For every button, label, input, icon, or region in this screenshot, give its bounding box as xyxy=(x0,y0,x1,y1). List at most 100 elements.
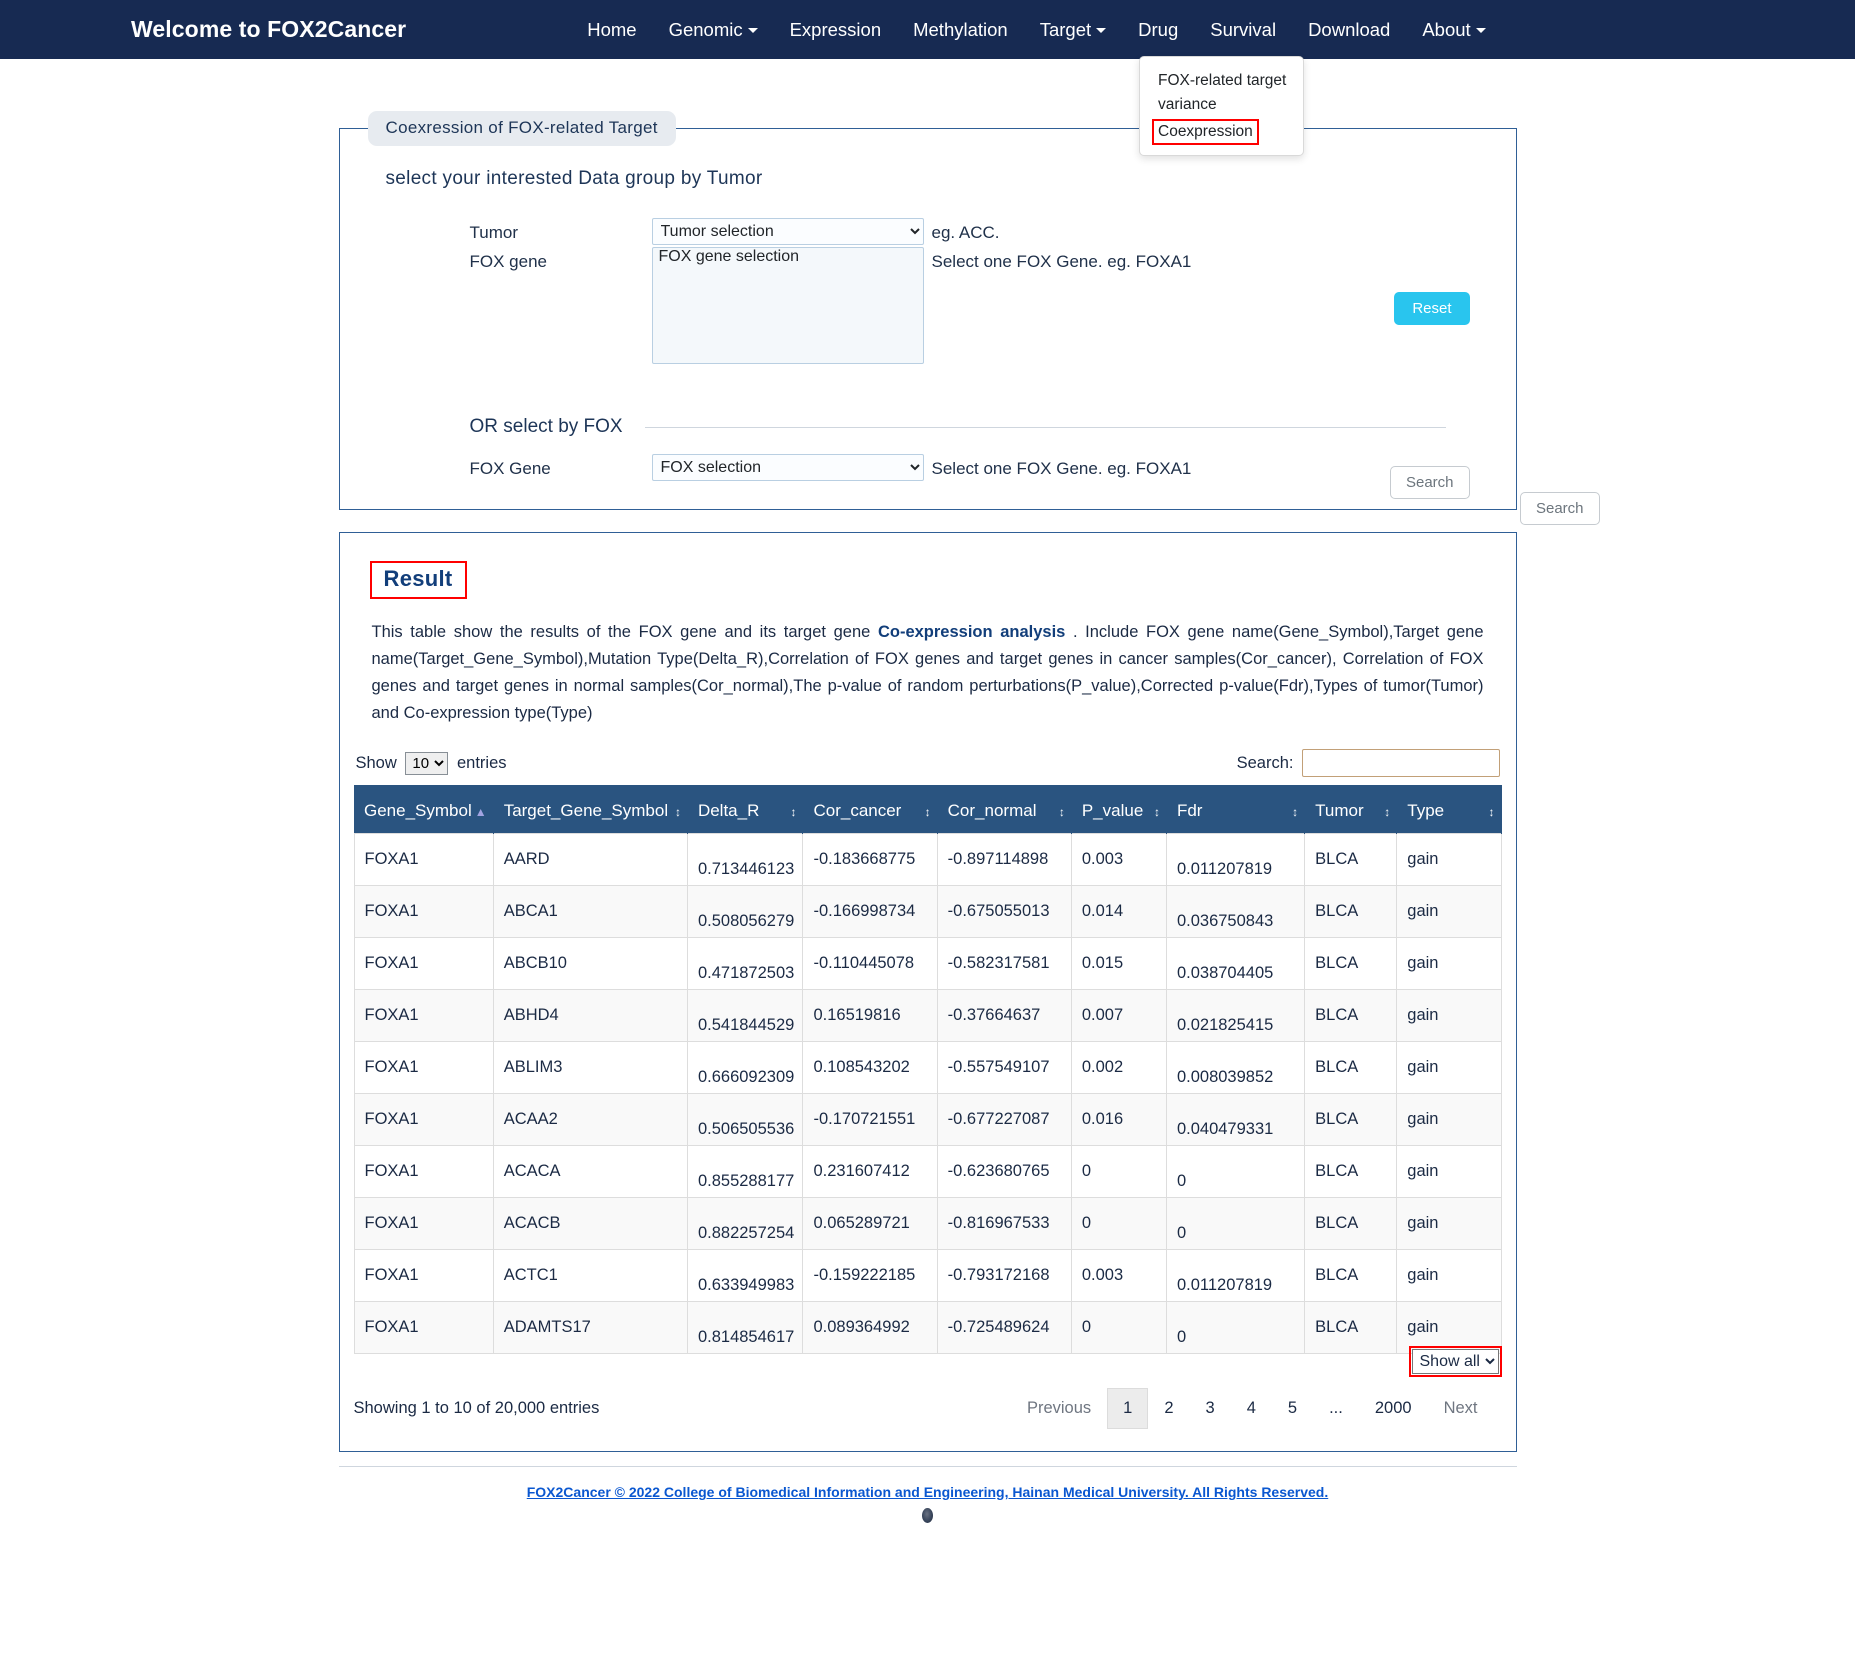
table-cell: BLCA xyxy=(1304,1093,1398,1146)
table-cell: -0.725489624 xyxy=(936,1301,1072,1354)
nav-item-about[interactable]: About xyxy=(1406,11,1501,49)
column-header-type[interactable]: Type ↕ xyxy=(1396,785,1502,834)
table-cell: BLCA xyxy=(1304,833,1398,886)
table-cell: 0.855288177 xyxy=(686,1145,804,1198)
table-row: FOXA1 ABLIM3 0.666092309 0.108543202 -0.5575… xyxy=(353,1041,1502,1094)
nav-item-expression[interactable]: Expression xyxy=(774,11,898,49)
target-dropdown-menu: FOX-related target variance Coexpression xyxy=(1139,56,1304,156)
result-description: This table show the results of the FOX g… xyxy=(372,619,1484,727)
table-cell: -0.170721551 xyxy=(802,1093,938,1146)
nav-item-drug[interactable]: Drug xyxy=(1122,11,1194,49)
chevron-down-icon xyxy=(1475,28,1486,34)
search-button-fox[interactable]: Search xyxy=(1519,492,1600,525)
dropdown-item-coexpression[interactable]: Coexpression xyxy=(1152,119,1259,145)
pagination: Previous 1 2 3 4 5 ... 2000 Next xyxy=(1011,1388,1494,1429)
table-cell: 0.007 xyxy=(1070,989,1167,1042)
table-cell: -0.37664637 xyxy=(936,989,1072,1042)
pagination-previous[interactable]: Previous xyxy=(1011,1388,1107,1429)
datatable-bottom: Show all Showing 1 to 10 of 20,000 entri… xyxy=(354,1346,1502,1429)
table-cell: -0.183668775 xyxy=(802,833,938,886)
sort-both-icon: ↕ xyxy=(1384,805,1391,819)
column-label-p-value: P_value xyxy=(1081,801,1144,820)
column-header-p-value[interactable]: P_value ↕ xyxy=(1071,785,1167,834)
column-header-delta-r[interactable]: Delta_R ↕ xyxy=(687,785,804,834)
sort-both-icon: ↕ xyxy=(1488,805,1495,819)
table-cell: 0.036750843 xyxy=(1165,885,1306,938)
footer-copyright-link[interactable]: FOX2Cancer © 2022 College of Biomedical … xyxy=(527,1484,1329,1500)
show-all-select[interactable]: Show all xyxy=(1411,1349,1499,1374)
page-length-select[interactable]: 10 xyxy=(405,751,449,775)
table-row: FOXA1 ADAMTS17 0.814854617 0.089364992 -0.72… xyxy=(353,1301,1502,1354)
column-label-type: Type xyxy=(1407,801,1445,820)
entries-label: entries xyxy=(456,753,507,772)
table-cell: -0.897114898 xyxy=(936,833,1072,886)
pagination-page-1[interactable]: 1 xyxy=(1107,1388,1149,1429)
chevron-down-icon xyxy=(747,28,758,34)
table-cell: gain xyxy=(1396,885,1502,938)
search-panel-legend: Coexression of FOX-related Target xyxy=(367,111,676,146)
fox-gene-listbox[interactable]: FOX gene selection xyxy=(651,247,924,364)
table-cell: BLCA xyxy=(1304,1041,1398,1094)
column-label-delta-r: Delta_R xyxy=(697,801,760,820)
search-label: Search: xyxy=(1236,753,1294,772)
nav-item-download[interactable]: Download xyxy=(1292,11,1406,49)
pagination-page-3[interactable]: 3 xyxy=(1190,1388,1231,1429)
results-table-body: FOXA1 AARD 0.713446123 -0.183668775 -0.89711… xyxy=(353,833,1502,1354)
nav-item-target[interactable]: Target xyxy=(1024,11,1122,49)
table-cell: 0 xyxy=(1165,1145,1306,1198)
pagination-page-4[interactable]: 4 xyxy=(1231,1388,1272,1429)
table-cell: BLCA xyxy=(1304,937,1398,990)
table-cell: 0 xyxy=(1165,1301,1306,1354)
nav-label-about: About xyxy=(1422,18,1471,40)
sort-both-icon: ↕ xyxy=(674,805,681,819)
table-cell: 0.506505536 xyxy=(686,1093,804,1146)
datatable-length-control: Show 10 entries xyxy=(356,751,507,775)
table-cell: 0.508056279 xyxy=(686,885,804,938)
fox-gene-listbox-option: FOX gene selection xyxy=(657,248,923,267)
table-cell: FOXA1 xyxy=(353,989,494,1042)
pagination-page-2000[interactable]: 2000 xyxy=(1359,1388,1428,1429)
pagination-page-5[interactable]: 5 xyxy=(1272,1388,1313,1429)
fox-select-row: FOX Gene FOX selection Select one FOX Ge… xyxy=(470,454,1516,481)
column-header-gene-symbol[interactable]: Gene_Symbol ▲ xyxy=(354,785,494,834)
table-cell: BLCA xyxy=(1304,885,1398,938)
nav-item-methylation[interactable]: Methylation xyxy=(897,11,1024,49)
table-cell: -0.675055013 xyxy=(936,885,1072,938)
nav-label-target: Target xyxy=(1039,18,1092,40)
table-cell: BLCA xyxy=(1304,1301,1398,1354)
search-panel-wrap: Coexression of FOX-related Target select… xyxy=(338,111,1600,525)
table-cell: -0.159222185 xyxy=(802,1249,938,1302)
bottom-spacer xyxy=(0,1523,1855,1563)
pagination-page-2[interactable]: 2 xyxy=(1148,1388,1189,1429)
table-cell: 0 xyxy=(1070,1301,1167,1354)
column-header-target-gene-symbol[interactable]: Target_Gene_Symbol ↕ xyxy=(493,785,688,834)
column-header-cor-normal[interactable]: Cor_normal ↕ xyxy=(937,785,1072,834)
table-cell: 0.003 xyxy=(1070,833,1167,886)
results-table-header-row: Gene_Symbol ▲ Target_Gene_Symbol ↕ Delta_R… xyxy=(354,785,1502,834)
dropdown-item-fox-related-target-variance[interactable]: FOX-related target variance xyxy=(1140,67,1303,119)
table-cell: FOXA1 xyxy=(353,1145,494,1198)
result-description-emphasis: Co-expression analysis xyxy=(877,623,1066,641)
nav-label-genomic: Genomic xyxy=(668,18,743,40)
or-divider xyxy=(644,426,1446,428)
table-cell: ABCB10 xyxy=(492,937,688,990)
nav-item-survival[interactable]: Survival xyxy=(1194,11,1292,49)
table-cell: 0.011207819 xyxy=(1165,1249,1306,1302)
nav-item-home[interactable]: Home xyxy=(571,11,652,49)
pagination-next[interactable]: Next xyxy=(1428,1388,1494,1429)
fox-gene-select[interactable]: FOX selection xyxy=(651,454,924,481)
search-input[interactable] xyxy=(1301,749,1500,777)
table-cell: -0.793172168 xyxy=(936,1249,1072,1302)
column-label-cor-normal: Cor_normal xyxy=(947,801,1037,820)
table-row: FOXA1 ACACB 0.882257254 0.065289721 -0.81696… xyxy=(353,1197,1502,1250)
fox-gene-field-label: FOX gene xyxy=(469,252,548,271)
column-header-tumor[interactable]: Tumor ↕ xyxy=(1304,785,1398,834)
table-cell: 0.040479331 xyxy=(1165,1093,1306,1146)
table-cell: 0.882257254 xyxy=(686,1197,804,1250)
column-header-cor-cancer[interactable]: Cor_cancer ↕ xyxy=(802,785,938,834)
column-header-fdr[interactable]: Fdr ↕ xyxy=(1166,785,1306,834)
tumor-select[interactable]: Tumor selection xyxy=(651,218,924,245)
table-cell: BLCA xyxy=(1304,1249,1398,1302)
nav-item-genomic[interactable]: Genomic xyxy=(653,11,774,49)
table-cell: 0.666092309 xyxy=(686,1041,804,1094)
